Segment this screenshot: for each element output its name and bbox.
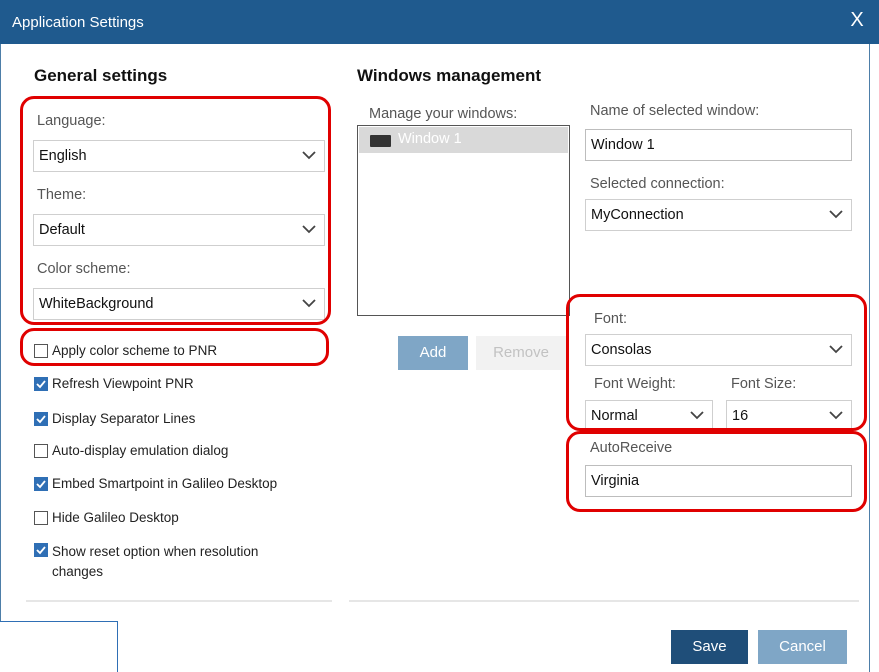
highlight-autoreceive: [566, 431, 867, 512]
windows-management-heading: Windows management: [357, 66, 542, 85]
checkmark-icon: [36, 546, 46, 555]
checkbox-box[interactable]: [34, 377, 48, 391]
checkbox-box[interactable]: [34, 511, 48, 525]
title-bar: Application Settings X: [0, 0, 879, 44]
chevron-down-icon: [829, 210, 843, 219]
connection-label: Selected connection:: [590, 176, 725, 192]
checkbox-box[interactable]: [34, 444, 48, 458]
remove-button[interactable]: Remove: [476, 336, 566, 370]
checkbox-label: Display Separator Lines: [52, 411, 196, 426]
checkbox-label: Refresh Viewpoint PNR: [52, 376, 194, 391]
window-name-label: Name of selected window:: [590, 103, 760, 119]
overlay-panel: [0, 621, 118, 672]
connection-select[interactable]: MyConnection: [585, 199, 852, 231]
windows-listbox[interactable]: Window 1: [357, 125, 570, 316]
divider: [26, 600, 332, 602]
highlight-font-settings: [566, 294, 867, 431]
checkbox-box[interactable]: [34, 412, 48, 426]
checkbox-label: Show reset option when resolution change…: [52, 544, 259, 579]
checkmark-icon: [36, 480, 46, 489]
cancel-button[interactable]: Cancel: [758, 630, 847, 664]
checkmark-icon: [36, 380, 46, 389]
list-item-label: Window 1: [398, 131, 462, 147]
window-icon: [370, 135, 391, 147]
add-button[interactable]: Add: [398, 336, 468, 370]
checkbox-label: Auto-display emulation dialog: [52, 443, 229, 458]
checkbox-box[interactable]: [34, 477, 48, 491]
list-item[interactable]: Window 1: [359, 127, 568, 153]
general-settings-heading: General settings: [34, 66, 168, 85]
window-title: Application Settings: [12, 14, 144, 31]
divider: [349, 600, 859, 602]
checkbox-label: Embed Smartpoint in Galileo Desktop: [52, 476, 278, 491]
manage-windows-label: Manage your windows:: [369, 106, 518, 122]
checkbox-label: Hide Galileo Desktop: [52, 510, 179, 525]
window-name-input[interactable]: Window 1: [585, 129, 852, 161]
connection-value: MyConnection: [591, 207, 684, 223]
highlight-general-selects: [20, 96, 331, 325]
checkbox-box[interactable]: [34, 543, 48, 557]
save-button[interactable]: Save: [671, 630, 748, 664]
highlight-apply-color-scheme: [20, 328, 329, 366]
close-icon[interactable]: X: [845, 7, 869, 33]
checkmark-icon: [36, 415, 46, 424]
